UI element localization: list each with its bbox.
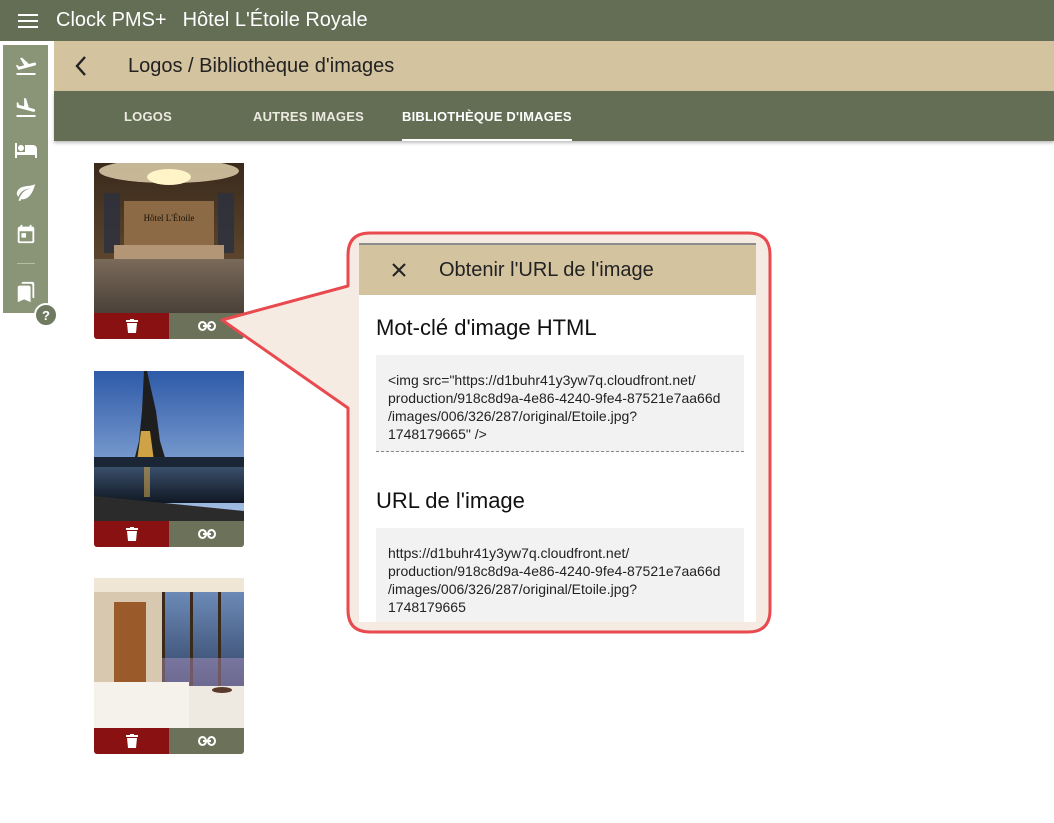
link-icon <box>197 529 216 539</box>
image-url-heading: URL de l'image <box>376 488 525 513</box>
flight-land-icon <box>16 98 35 117</box>
html-tag-heading: Mot-clé d'image HTML <box>376 315 597 340</box>
image-actions <box>94 728 244 754</box>
dialog-header: Obtenir l'URL de l'image <box>359 245 756 295</box>
image-thumbnail-lobby: Hôtel L'Étoile <box>94 163 244 313</box>
bookmarks-icon <box>17 281 34 303</box>
close-icon <box>392 263 406 277</box>
trash-icon <box>125 527 138 541</box>
hotel-bed-icon <box>14 143 37 158</box>
delete-button[interactable] <box>94 521 169 547</box>
flight-takeoff-icon <box>15 57 36 75</box>
image-card <box>94 578 244 754</box>
image-actions <box>94 313 244 339</box>
calendar-icon <box>17 224 34 244</box>
delete-button[interactable] <box>94 313 169 339</box>
link-icon <box>197 321 216 331</box>
close-button[interactable] <box>359 245 439 295</box>
chevron-left-icon <box>75 56 86 76</box>
leaf-icon <box>16 183 35 202</box>
app-bar: Clock PMS+ Hôtel L'Étoile Royale <box>0 0 1054 41</box>
tab-logos[interactable]: LOGOS <box>124 91 172 141</box>
image-thumbnail-spa <box>94 578 244 728</box>
image-thumbnail-eiffel <box>94 371 244 521</box>
dialog-title: Obtenir l'URL de l'image <box>439 258 654 281</box>
get-url-button[interactable] <box>169 521 244 547</box>
image-url-dialog: Obtenir l'URL de l'image Mot-clé d'image… <box>359 243 756 622</box>
sidebar-item-wellness[interactable] <box>3 174 48 210</box>
image-actions <box>94 521 244 547</box>
get-url-button[interactable] <box>169 728 244 754</box>
hotel-name: Hôtel L'Étoile Royale <box>182 9 368 31</box>
sidebar-item-arrivals[interactable] <box>3 90 48 126</box>
delete-button[interactable] <box>94 728 169 754</box>
tab-bar: LOGOS AUTRES IMAGES BIBLIOTHÈQUE D'IMAGE… <box>54 91 1054 141</box>
trash-icon <box>125 734 138 748</box>
sidebar-item-calendar[interactable] <box>3 216 48 252</box>
trash-icon <box>125 319 138 333</box>
app-name: Clock PMS+ <box>56 9 167 31</box>
sidebar-item-departures[interactable] <box>3 48 48 84</box>
link-icon <box>197 736 216 746</box>
sidebar-item-rooms[interactable] <box>3 132 48 168</box>
image-card: Hôtel L'Étoile <box>94 163 244 339</box>
page-header: Logos / Bibliothèque d'images <box>54 41 1054 91</box>
tab-bibliotheque-images[interactable]: BIBLIOTHÈQUE D'IMAGES <box>402 91 572 141</box>
image-card <box>94 371 244 547</box>
sidebar-divider <box>17 263 35 264</box>
image-url-field[interactable]: https://d1buhr41y3yw7q.cloudfront.net/ p… <box>376 528 744 622</box>
back-button[interactable] <box>54 41 108 91</box>
lobby-logo-text: Hôtel L'Étoile <box>144 213 195 223</box>
sidebar <box>3 45 48 313</box>
tab-autres-images[interactable]: AUTRES IMAGES <box>253 91 364 141</box>
html-tag-field[interactable]: <img src="https://d1buhr41y3yw7q.cloudfr… <box>376 355 744 452</box>
get-url-button[interactable] <box>169 313 244 339</box>
menu-button[interactable] <box>0 0 56 41</box>
help-button[interactable]: ? <box>34 303 58 327</box>
page-title: Logos / Bibliothèque d'images <box>128 54 395 77</box>
menu-icon <box>18 13 38 28</box>
